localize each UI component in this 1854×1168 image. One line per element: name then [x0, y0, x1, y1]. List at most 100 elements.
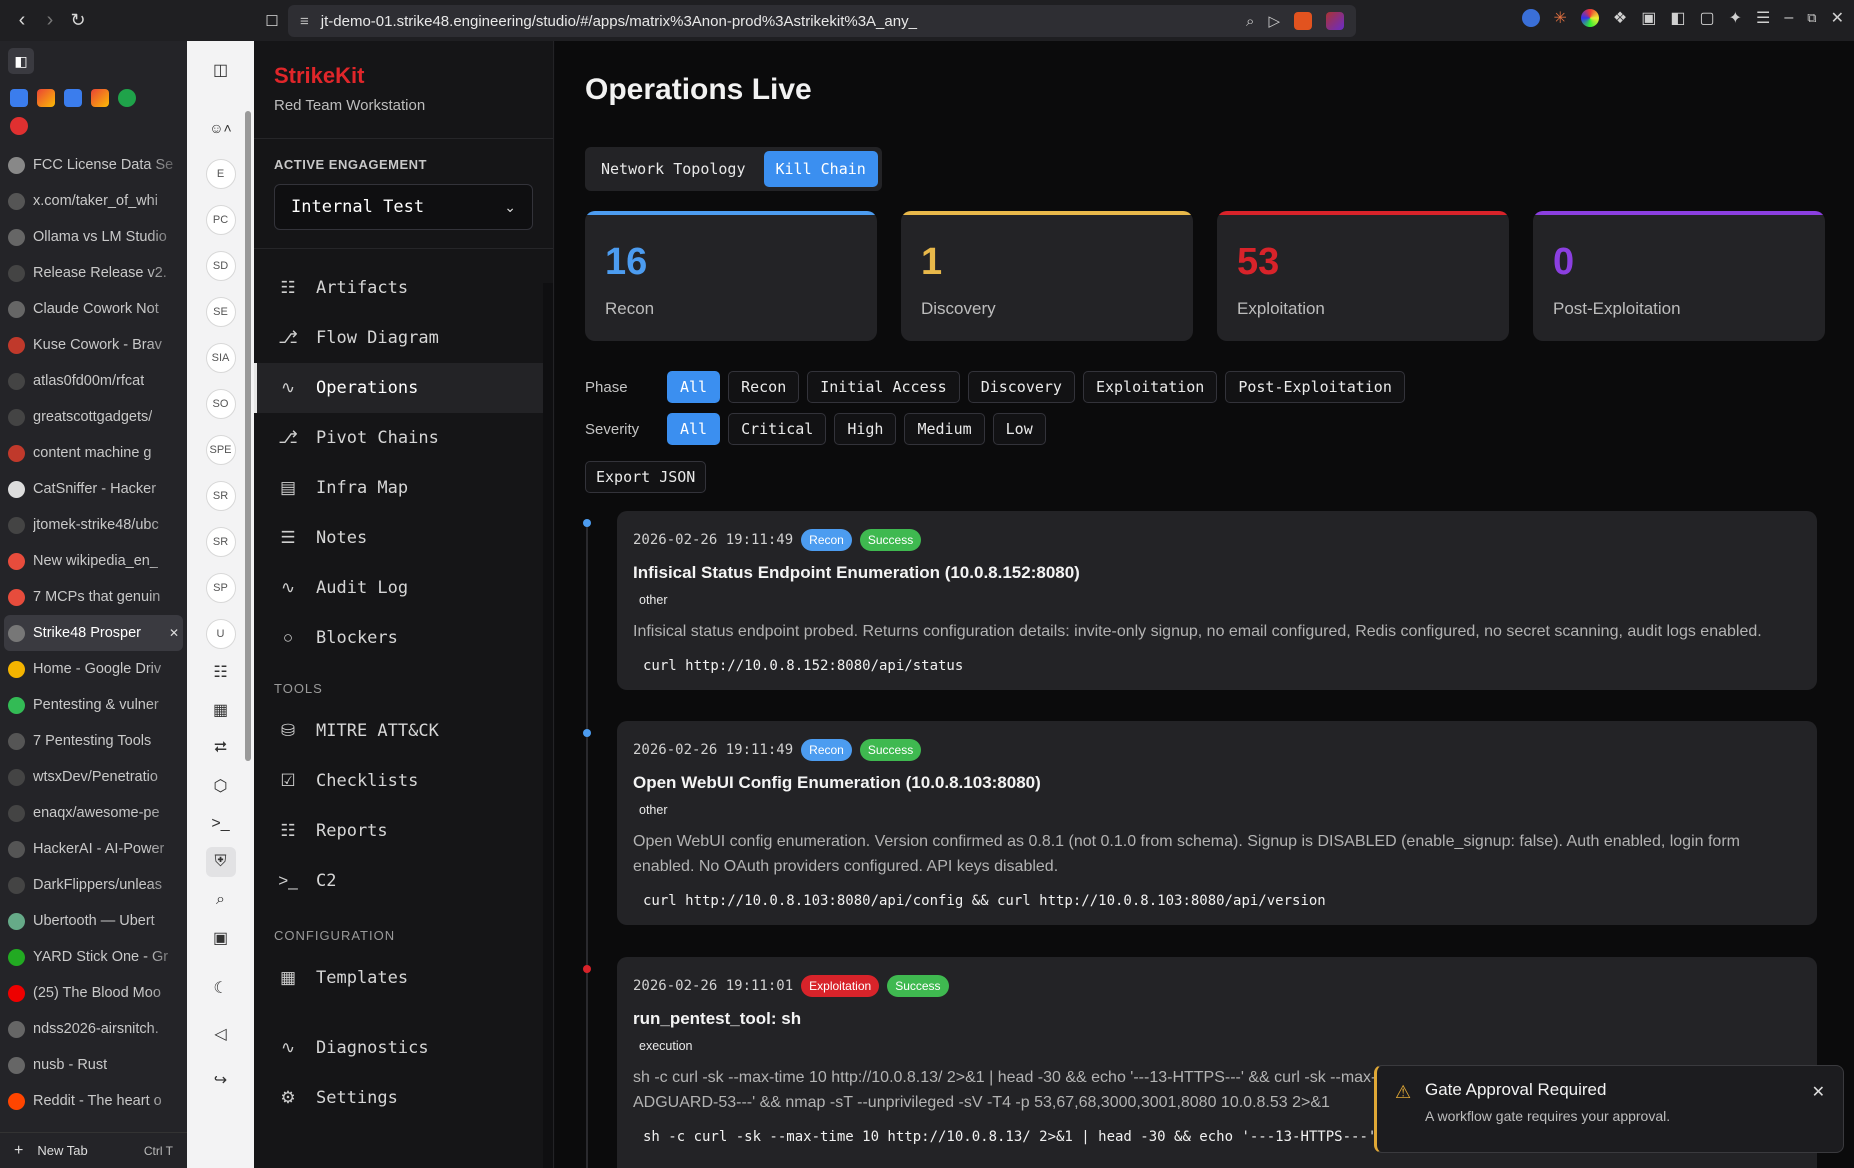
tab-network-topology[interactable]: Network Topology	[589, 151, 758, 187]
browser-tab[interactable]: nusb - Rust	[0, 1047, 187, 1083]
gate-approval-toast[interactable]: ⚠ Gate Approval Required A workflow gate…	[1374, 1065, 1844, 1153]
terminal-icon[interactable]: >_	[206, 809, 236, 839]
engagement-avatar[interactable]: SO	[205, 389, 236, 419]
filter-chip-all[interactable]: All	[667, 413, 721, 445]
browser-tab[interactable]: content machine g	[0, 435, 187, 471]
leo-ai-icon[interactable]: ✦	[1729, 8, 1742, 28]
filter-chip-high[interactable]: High	[834, 413, 897, 445]
browser-tab[interactable]: wtsxDev/Penetratio	[0, 759, 187, 795]
shield-icon[interactable]: ⛨	[205, 847, 236, 877]
brave-shield-icon[interactable]	[1294, 12, 1312, 30]
engagement-avatar[interactable]: E	[205, 159, 236, 189]
browser-tab[interactable]: jtomek-strike48/ubc	[0, 507, 187, 543]
filter-chip-initial-access[interactable]: Initial Access	[807, 371, 960, 403]
filter-chip-exploitation[interactable]: Exploitation	[1082, 371, 1218, 403]
nav-item-diagnostics[interactable]: ∿ Diagnostics	[254, 1023, 553, 1073]
browser-tab[interactable]: Reddit - The heart o	[0, 1083, 187, 1119]
browser-tab[interactable]: CatSniffer - Hacker	[0, 471, 187, 507]
engagement-avatar[interactable]: SE	[205, 297, 236, 327]
reload-icon[interactable]: ↻	[64, 7, 92, 35]
calendar-icon[interactable]	[64, 89, 82, 107]
export-json-button[interactable]: Export JSON	[585, 461, 707, 493]
filter-chip-recon[interactable]: Recon	[728, 371, 800, 403]
color-extension-icon[interactable]	[1580, 9, 1599, 27]
engagement-avatar[interactable]: PC	[205, 205, 236, 235]
engagement-avatar[interactable]: SPE	[205, 435, 236, 465]
moon-icon[interactable]: ☾	[206, 973, 236, 1003]
brave-rewards-icon[interactable]	[1326, 12, 1344, 30]
reader-icon[interactable]: ▣	[1641, 8, 1656, 28]
engagement-avatar[interactable]: SR	[205, 481, 236, 511]
megaphone-icon[interactable]: ◁	[206, 1019, 236, 1049]
search-icon[interactable]: ⌕	[206, 885, 236, 915]
nav-item-infra-map[interactable]: ▤ Infra Map	[254, 463, 553, 513]
address-bar[interactable]: ≡ jt-demo-01.strike48.engineering/studio…	[288, 5, 1356, 37]
browser-tab[interactable]: enaqx/awesome-pe	[0, 795, 187, 831]
browser-tab[interactable]: YARD Stick One - Gr	[0, 939, 187, 975]
puzzle-icon[interactable]: ❖	[1613, 8, 1627, 28]
send-icon[interactable]: ▷	[1268, 12, 1280, 30]
new-tab-button[interactable]: + New Tab Ctrl T	[0, 1132, 187, 1168]
browser-tab[interactable]: New wikipedia_en_	[0, 543, 187, 579]
forward-icon[interactable]: ›	[36, 7, 64, 35]
close-window-icon[interactable]: ✕	[1831, 8, 1844, 28]
engagement-avatar[interactable]: SIA	[205, 343, 236, 373]
nav-item-blockers[interactable]: ○ Blockers	[254, 613, 553, 663]
event-card[interactable]: 2026-02-26 19:11:49 Recon Success Open WebU…	[617, 721, 1817, 925]
browser-tab[interactable]: Pentesting & vulner	[0, 687, 187, 723]
back-icon[interactable]: ‹	[8, 7, 36, 35]
filter-chip-critical[interactable]: Critical	[728, 413, 827, 445]
nav-item-operations[interactable]: ∿ Operations	[254, 363, 553, 413]
minimize-icon[interactable]: –	[1784, 9, 1793, 27]
browser-tab[interactable]: (25) The Blood Moo	[0, 975, 187, 1011]
zoom-icon[interactable]: ⌕	[1246, 13, 1254, 30]
browser-tab[interactable]: 7 MCPs that genuin	[0, 579, 187, 615]
browser-tab[interactable]: HackerAI - AI-Power	[0, 831, 187, 867]
nav-item-reports[interactable]: ☷ Reports	[254, 806, 553, 856]
nav-scrollbar[interactable]	[543, 283, 553, 1168]
gmail-icon[interactable]	[37, 89, 55, 107]
phone-icon[interactable]	[118, 89, 136, 107]
gmail-icon[interactable]	[91, 89, 109, 107]
engagement-avatar[interactable]: SR	[205, 527, 236, 557]
nav-item-settings[interactable]: ⚙ Settings	[254, 1073, 553, 1123]
close-icon[interactable]: ✕	[1812, 1082, 1825, 1102]
nav-item-c2[interactable]: >_ C2	[254, 856, 553, 906]
event-card[interactable]: 2026-02-26 19:11:49 Recon Success Infisical…	[617, 511, 1817, 690]
browser-tab[interactable]: Ubertooth — Ubert	[0, 903, 187, 939]
browser-tab[interactable]: 7 Pentesting Tools	[0, 723, 187, 759]
extension-icon[interactable]	[1521, 9, 1540, 27]
nav-item-flow-diagram[interactable]: ⎇ Flow Diagram	[254, 313, 553, 363]
logout-icon[interactable]: ↪	[206, 1065, 236, 1095]
nav-item-templates[interactable]: ▦ Templates	[254, 953, 553, 1003]
browser-tab[interactable]: greatscottgadgets/	[0, 399, 187, 435]
wallet-icon[interactable]: ▢	[1700, 8, 1715, 28]
browser-tab[interactable]: x.com/taker_of_whi	[0, 183, 187, 219]
nav-item-checklists[interactable]: ☑ Checklists	[254, 756, 553, 806]
tab-kill-chain[interactable]: Kill Chain	[763, 151, 878, 187]
menu-icon[interactable]: ☰	[1756, 8, 1770, 28]
restore-icon[interactable]: ⧉	[1807, 10, 1816, 26]
briefcase-icon[interactable]: ▣	[206, 923, 236, 953]
filter-chip-medium[interactable]: Medium	[904, 413, 985, 445]
filter-chip-all[interactable]: All	[667, 371, 721, 403]
nav-item-mitre-att-ck[interactable]: ⛁ MITRE ATT&CK	[254, 706, 553, 756]
browser-tab[interactable]: Kuse Cowork - Brav	[0, 327, 187, 363]
nav-item-artifacts[interactable]: ☷ Artifacts	[254, 263, 553, 313]
engagement-avatar[interactable]: SD	[205, 251, 236, 281]
youtube-music-icon[interactable]	[10, 117, 28, 135]
calendar-icon[interactable]	[10, 89, 28, 107]
tab-sidebar-toggle-icon[interactable]: ◧	[8, 48, 34, 74]
browser-tab[interactable]: Claude Cowork Not	[0, 291, 187, 327]
engagement-avatar[interactable]: SP	[205, 573, 236, 603]
browser-tab[interactable]: atlas0fd00m/rfcat	[0, 363, 187, 399]
cube-icon[interactable]: ⬡	[206, 771, 236, 801]
filter-chip-post-exploitation[interactable]: Post-Exploitation	[1225, 371, 1405, 403]
claude-icon[interactable]: ✳	[1554, 8, 1567, 28]
rail-scrollbar[interactable]	[245, 111, 251, 761]
nav-item-pivot-chains[interactable]: ⎇ Pivot Chains	[254, 413, 553, 463]
browser-tab[interactable]: Strike48 Prosper ✕	[4, 615, 183, 651]
browser-tab[interactable]: Release Release v2.	[0, 255, 187, 291]
document-icon[interactable]: ☷	[206, 657, 236, 687]
filter-chip-discovery[interactable]: Discovery	[967, 371, 1075, 403]
